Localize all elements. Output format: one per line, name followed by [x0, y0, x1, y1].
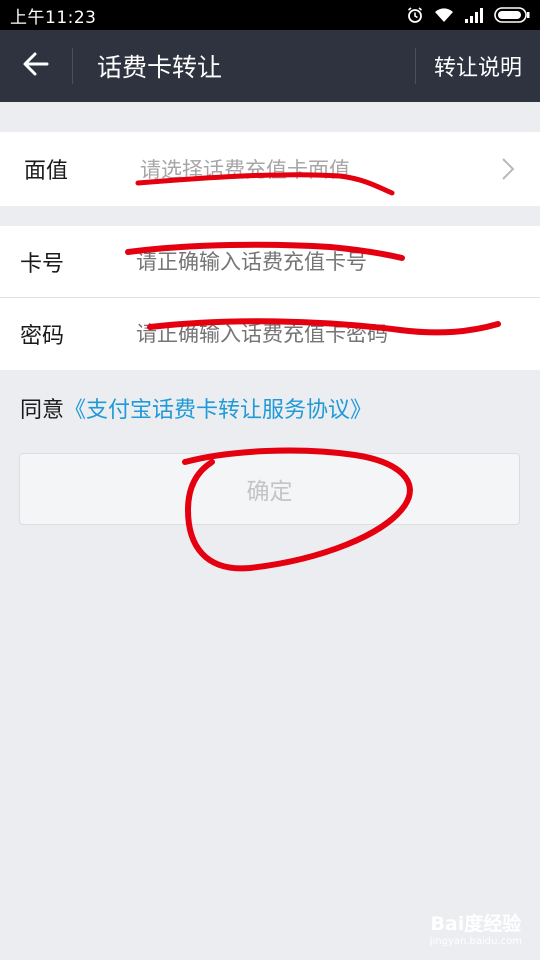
transfer-instructions-button[interactable]: 转让说明 [416, 30, 540, 102]
agreement-prefix: 同意 [20, 398, 65, 423]
chevron-right-icon [488, 157, 528, 181]
face-value-placeholder: 请选择话费充值卡面值 [140, 158, 350, 182]
back-arrow-icon [22, 50, 50, 82]
card-number-label: 卡号 [20, 251, 65, 277]
battery-icon [494, 7, 530, 23]
card-number-row: 卡号 [0, 226, 540, 298]
watermark-url: jingyan.baidu.com [429, 936, 522, 947]
app-header: 话费卡转让 转让说明 [0, 30, 540, 102]
face-value-label: 面值 [24, 159, 69, 184]
wifi-icon [434, 7, 454, 23]
status-time: 上午11:23 [10, 7, 97, 28]
status-icons [406, 6, 530, 24]
confirm-button[interactable]: 确定 [19, 453, 520, 525]
password-input[interactable] [136, 322, 540, 346]
signal-icon [464, 7, 484, 23]
card-number-input[interactable] [136, 249, 540, 274]
face-value-row[interactable]: 面值 请选择话费充值卡面值 [0, 132, 540, 206]
password-label: 密码 [20, 324, 65, 349]
page-title: 话费卡转让 [97, 53, 223, 82]
baidu-watermark: Bai度经验 jingyan.baidu.com [430, 913, 522, 948]
password-row: 密码 [0, 298, 540, 370]
status-bar: 上午11:23 [0, 0, 540, 30]
agreement-line: 同意《支付宝话费卡转让服务协议》 [20, 392, 372, 424]
header-divider [72, 48, 73, 84]
watermark-logo: Bai度经验 [430, 913, 522, 936]
agreement-link[interactable]: 《支付宝话费卡转让服务协议》 [64, 398, 372, 423]
alarm-icon [406, 6, 424, 24]
back-button[interactable] [0, 30, 72, 102]
